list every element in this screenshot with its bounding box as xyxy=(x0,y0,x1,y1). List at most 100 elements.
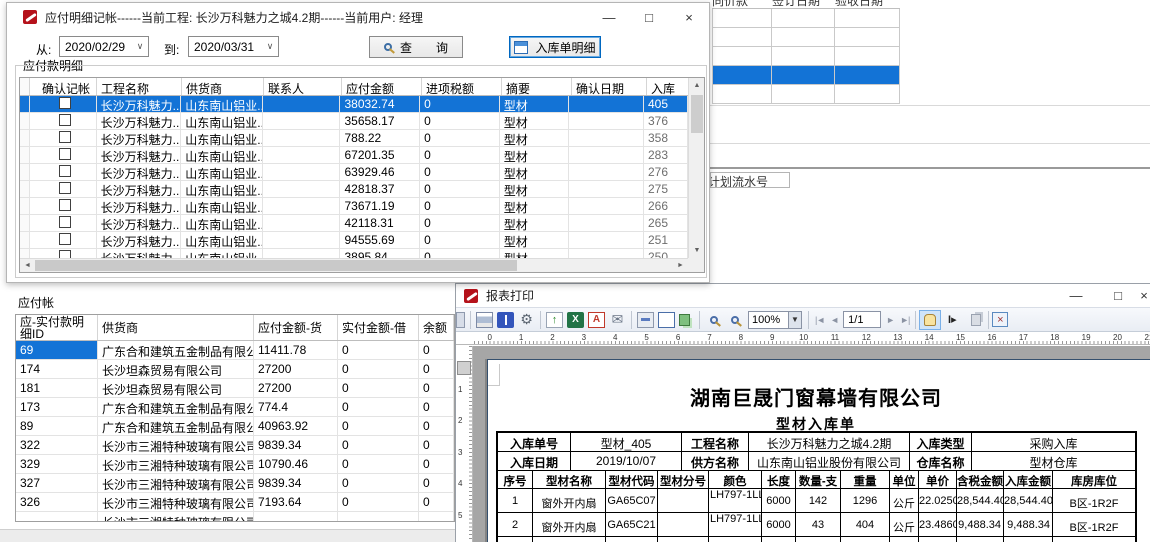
row-header[interactable] xyxy=(20,249,30,258)
close-preview-icon[interactable]: × xyxy=(992,312,1008,327)
page-setup-icon[interactable] xyxy=(637,312,654,328)
table-row[interactable]: 长沙万科魅力... 山东南山铝业... 67201.35 0 型材 283 xyxy=(20,147,688,164)
titlebar[interactable]: 应付明细记帐------当前工程: 长沙万科魅力之城4.2期------当前用户… xyxy=(7,3,709,31)
last-page-button[interactable]: ►| xyxy=(900,315,909,325)
row-header[interactable] xyxy=(20,232,30,248)
confirm-checkbox[interactable] xyxy=(59,148,71,160)
column-header[interactable]: 确认日期 xyxy=(572,78,647,95)
table-row[interactable] xyxy=(712,85,900,104)
confirm-checkbox[interactable] xyxy=(59,182,71,194)
table-row[interactable]: 长沙万科魅力... 山东南山铝业... 35658.17 0 型材 376 xyxy=(20,113,688,130)
selected-table-row[interactable] xyxy=(712,66,900,85)
table-row[interactable] xyxy=(712,47,900,66)
multi-page-icon[interactable] xyxy=(679,314,690,326)
table-row[interactable]: 长沙市三湘特种玻璃有限公司 xyxy=(16,512,454,522)
query-button[interactable]: 查 询 xyxy=(369,36,463,58)
hand-tool-button[interactable] xyxy=(919,310,941,330)
row-header[interactable] xyxy=(20,130,30,146)
table-row[interactable] xyxy=(712,28,900,47)
prev-page-button[interactable]: ◄ xyxy=(830,315,838,325)
row-header[interactable] xyxy=(20,113,30,129)
confirm-checkbox[interactable] xyxy=(59,97,71,109)
table-row[interactable]: 长沙万科魅力... 山东南山铝业... 788.22 0 型材 358 xyxy=(20,130,688,147)
table-row[interactable]: 173 广东合和建筑五金制品有限公司 774.4 0 0 xyxy=(16,398,454,417)
confirm-checkbox[interactable] xyxy=(59,114,71,126)
table-row[interactable]: 长沙万科魅力... 山东南山铝业... 42118.31 0 型材 265 xyxy=(20,215,688,232)
column-header[interactable]: 实付金额-借 xyxy=(338,315,419,340)
email-icon[interactable]: ✉ xyxy=(609,312,626,328)
table-row[interactable] xyxy=(712,9,900,28)
export-icon[interactable]: ↑ xyxy=(546,312,563,328)
confirm-checkbox[interactable] xyxy=(59,165,71,177)
table-row[interactable]: 长沙万科魅力... 山东南山铝业... 42818.37 0 型材 275 xyxy=(20,181,688,198)
column-header[interactable]: 工程名称 xyxy=(97,78,182,95)
row-header[interactable] xyxy=(20,181,30,197)
row-header[interactable] xyxy=(20,198,30,214)
table-row[interactable]: 长沙万科魅力... 山东南山铝业... 94555.69 0 型材 251 xyxy=(20,232,688,249)
table-row[interactable]: 327 长沙市三湘特种玻璃有限公司 9839.34 0 0 xyxy=(16,474,454,493)
maximize-button[interactable]: □ xyxy=(1098,284,1138,307)
row-header[interactable] xyxy=(20,96,30,112)
column-header[interactable]: 确认记帐 xyxy=(30,78,97,95)
maximize-button[interactable]: □ xyxy=(629,3,669,31)
zoom-in-icon[interactable] xyxy=(705,312,722,328)
column-header[interactable]: 应-实付款明 细ID xyxy=(16,315,98,340)
export-pdf-icon[interactable]: A xyxy=(588,312,605,328)
table-row[interactable]: 329 长沙市三湘特种玻璃有限公司 10790.46 0 0 xyxy=(16,455,454,474)
print-icon[interactable] xyxy=(476,312,493,328)
confirm-checkbox[interactable] xyxy=(59,131,71,143)
column-header[interactable]: 进项税额 xyxy=(422,78,502,95)
table-row[interactable]: 长沙万科魅力... 山东南山铝业... 38032.74 0 型材 405 xyxy=(20,96,688,113)
first-page-button[interactable]: |◄ xyxy=(815,315,824,325)
scroll-up-icon[interactable]: ▲ xyxy=(689,78,705,93)
confirm-checkbox[interactable] xyxy=(59,233,71,245)
inbound-detail-button[interactable]: 入库单明细 xyxy=(509,36,601,58)
close-button[interactable]: × xyxy=(669,3,709,31)
column-header[interactable]: 联系人 xyxy=(264,78,342,95)
confirm-checkbox[interactable] xyxy=(59,250,71,258)
table-row[interactable]: 长沙万科魅力... 山东南山铝业... 73671.19 0 型材 266 xyxy=(20,198,688,215)
vertical-scrollbar[interactable]: ▲ ▼ xyxy=(688,78,704,258)
zoom-level-select[interactable]: 100% ▼ xyxy=(748,311,802,329)
column-header[interactable]: 供货商 xyxy=(182,78,264,95)
close-button[interactable]: × xyxy=(1138,284,1150,307)
row-header[interactable] xyxy=(20,147,30,163)
panel-icon[interactable] xyxy=(456,312,465,328)
table-row[interactable]: 174 长沙坦森贸易有限公司 27200 0 0 xyxy=(16,360,454,379)
from-date-select[interactable]: 2020/02/29 ∨ xyxy=(59,36,149,57)
column-header[interactable]: 供货商 xyxy=(98,315,254,340)
scrollbar-thumb[interactable] xyxy=(691,95,703,133)
plan-serial-field[interactable]: 计划流水号 xyxy=(710,172,790,188)
row-header[interactable] xyxy=(20,215,30,231)
next-page-button[interactable]: ► xyxy=(886,315,894,325)
table-row[interactable]: 长沙万科魅力... 山东南山铝业... 63929.46 0 型材 276 xyxy=(20,164,688,181)
single-page-icon[interactable] xyxy=(658,312,675,328)
scroll-down-icon[interactable]: ▼ xyxy=(689,243,705,258)
table-row[interactable]: 181 长沙坦森贸易有限公司 27200 0 0 xyxy=(16,379,454,398)
book-icon[interactable] xyxy=(497,312,514,328)
table-row[interactable]: 326 长沙市三湘特种玻璃有限公司 7193.64 0 0 xyxy=(16,493,454,512)
confirm-checkbox[interactable] xyxy=(59,199,71,211)
column-header[interactable]: 余额 xyxy=(419,315,454,340)
table-row[interactable]: 69 广东合和建筑五金制品有限公司 11411.78 0 0 xyxy=(16,341,454,360)
column-header[interactable]: 应付金额 xyxy=(342,78,422,95)
scroll-right-icon[interactable]: ► xyxy=(673,259,688,273)
confirm-checkbox[interactable] xyxy=(59,216,71,228)
column-header[interactable]: 应付金额-货 xyxy=(254,315,338,340)
table-row[interactable]: 长沙万科魅力 山东南山铝业 3895.84 0 型材 250 xyxy=(20,249,688,258)
print-preview-area[interactable]: 湖南巨晟门窗幕墙有限公司 型材入库单 入库单号 型材_405 工程名称 长沙万科… xyxy=(456,346,1150,542)
page-number-input[interactable]: 1/1 xyxy=(843,311,881,328)
export-excel-icon[interactable]: X xyxy=(567,312,584,328)
print-settings-icon[interactable]: ⚙ xyxy=(518,312,535,328)
scrollbar-thumb[interactable] xyxy=(35,260,517,271)
minimize-button[interactable]: — xyxy=(589,3,629,31)
table-row[interactable]: 322 长沙市三湘特种玻璃有限公司 9839.34 0 0 xyxy=(16,436,454,455)
copy-page-button[interactable] xyxy=(963,310,985,330)
row-header[interactable] xyxy=(20,164,30,180)
text-select-tool-button[interactable]: I▸ xyxy=(941,310,963,330)
column-header[interactable]: 入库 xyxy=(647,78,688,95)
table-row[interactable]: 89 广东合和建筑五金制品有限公司 40963.92 0 0 xyxy=(16,417,454,436)
to-date-select[interactable]: 2020/03/31 ∨ xyxy=(188,36,279,57)
minimize-button[interactable]: — xyxy=(1056,284,1096,307)
horizontal-scrollbar[interactable]: ◄ ► xyxy=(20,258,688,272)
